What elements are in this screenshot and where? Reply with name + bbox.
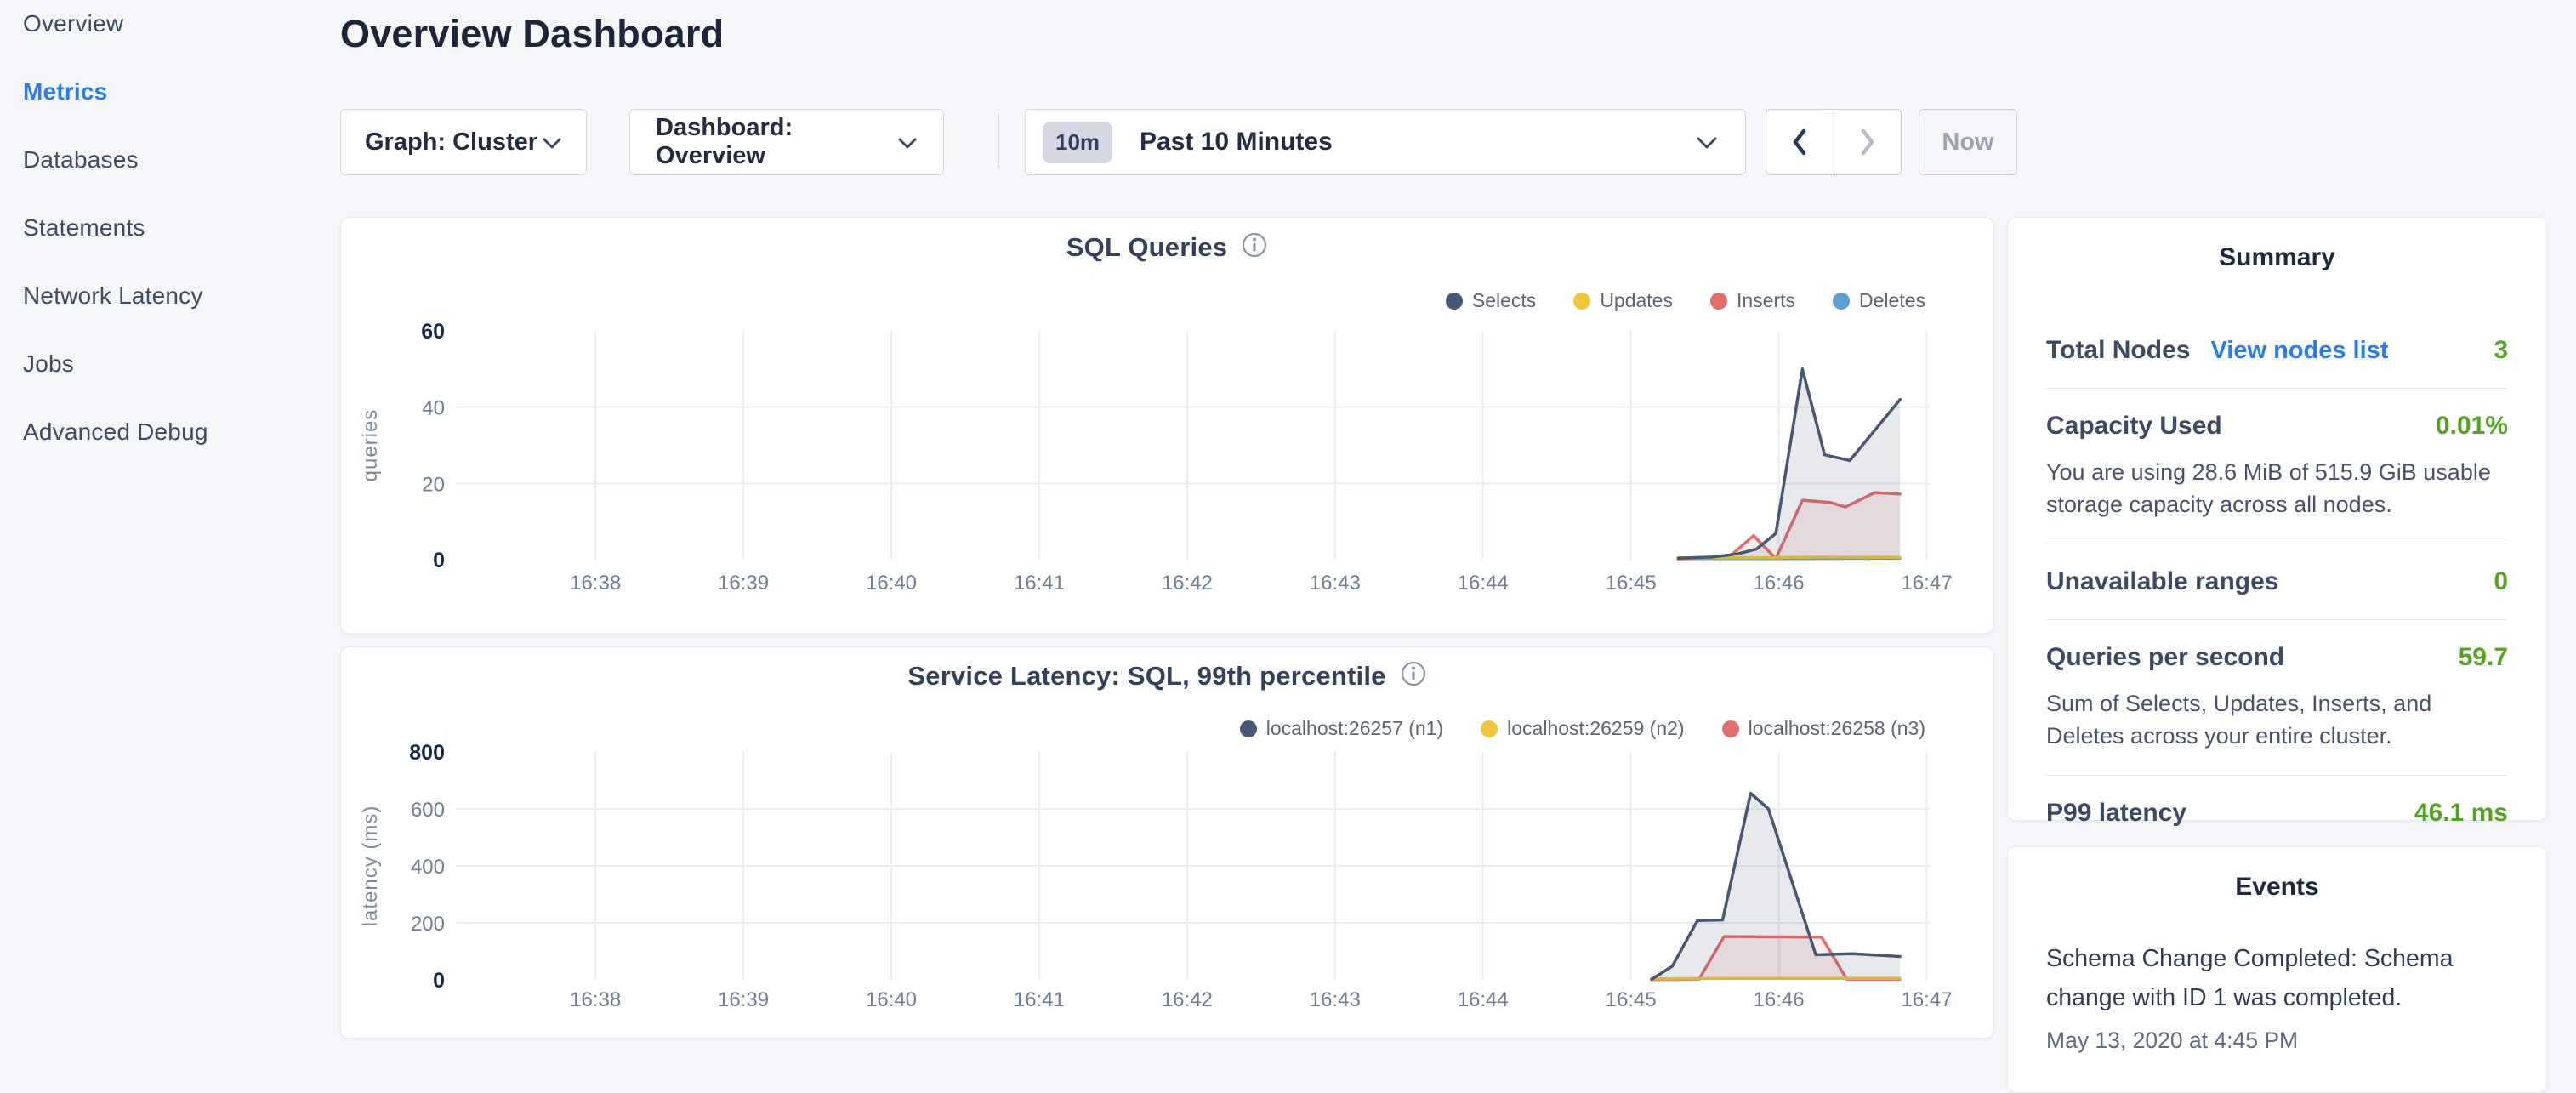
events-list: Schema Change Completed: Schema change w… bbox=[2046, 939, 2508, 1054]
summary-panel: Summary Total Nodes View nodes list 3 Capac… bbox=[2007, 217, 2547, 821]
next-time-button[interactable] bbox=[1834, 110, 1902, 174]
svg-text:16:45: 16:45 bbox=[1606, 572, 1657, 595]
sql-queries-chart[interactable]: 0 20 40 60 16:38 16:39 16:40 16:41 16:42 16:43 16:… bbox=[341, 218, 1993, 633]
time-window-badge: 10m bbox=[1043, 122, 1112, 163]
summary-row-label: Queries per second bbox=[2046, 643, 2284, 672]
svg-text:60: 60 bbox=[421, 320, 445, 344]
svg-text:0: 0 bbox=[433, 969, 445, 993]
view-nodes-list-link[interactable]: View nodes list bbox=[2210, 337, 2388, 365]
svg-text:16:45: 16:45 bbox=[1606, 988, 1657, 1011]
svg-text:queries: queries bbox=[359, 409, 382, 482]
summary-row-value: 59.7 bbox=[2459, 643, 2508, 672]
summary-row-value: 46.1 ms bbox=[2414, 799, 2508, 828]
event-message: Schema Change Completed: Schema change w… bbox=[2046, 939, 2508, 1017]
summary-row-value: 3 bbox=[2494, 336, 2508, 365]
svg-text:16:43: 16:43 bbox=[1310, 572, 1361, 595]
svg-text:16:40: 16:40 bbox=[866, 572, 917, 595]
svg-text:16:38: 16:38 bbox=[570, 572, 621, 595]
svg-text:16:43: 16:43 bbox=[1310, 988, 1361, 1011]
svg-text:16:38: 16:38 bbox=[570, 988, 621, 1011]
summary-row-queries-per-second: Queries per second 59.7 Sum of Selects, Up… bbox=[2046, 620, 2508, 776]
svg-text:16:46: 16:46 bbox=[1754, 988, 1805, 1011]
graph-scope-dropdown[interactable]: Graph: Cluster bbox=[340, 109, 587, 175]
chevron-right-icon bbox=[1859, 128, 1876, 157]
summary-row-unavailable-ranges: Unavailable ranges 0 bbox=[2046, 544, 2508, 620]
service-latency-chart[interactable]: 0 200 400 600 800 16:38 16:39 16:40 16:41 16:42 16… bbox=[341, 647, 1993, 1038]
graph-scope-dropdown-label: Graph: Cluster bbox=[365, 128, 537, 157]
summary-panel-title: Summary bbox=[2008, 243, 2546, 272]
sidebar-item-databases[interactable]: Databases bbox=[23, 146, 329, 214]
sql-queries-chart-card: SQL QueriesSelectsUpdatesInsertsDeletes0… bbox=[340, 217, 1994, 634]
svg-text:16:41: 16:41 bbox=[1014, 572, 1065, 595]
chevron-down-icon bbox=[1696, 128, 1718, 157]
sidebar-item-metrics[interactable]: Metrics bbox=[23, 78, 329, 146]
dashboard-dropdown-label: Dashboard: Overview bbox=[656, 114, 897, 170]
now-button[interactable]: Now bbox=[1919, 109, 2017, 175]
svg-text:16:41: 16:41 bbox=[1014, 988, 1065, 1011]
summary-row-label: Total Nodes bbox=[2046, 336, 2190, 365]
svg-text:16:46: 16:46 bbox=[1754, 572, 1805, 595]
svg-text:200: 200 bbox=[411, 913, 445, 936]
time-step-buttons bbox=[1766, 109, 1902, 175]
svg-text:16:40: 16:40 bbox=[866, 988, 917, 1011]
prev-time-button[interactable] bbox=[1766, 110, 1834, 174]
events-panel: Events Schema Change Completed: Schema c… bbox=[2007, 846, 2547, 1093]
sidebar-item-jobs[interactable]: Jobs bbox=[23, 350, 329, 418]
dashboard-dropdown[interactable]: Dashboard: Overview bbox=[629, 109, 944, 175]
toolbar-divider bbox=[998, 114, 999, 168]
sidebar-item-statements[interactable]: Statements bbox=[23, 214, 329, 282]
summary-row-value: 0 bbox=[2494, 567, 2508, 596]
time-window-label: Past 10 Minutes bbox=[1140, 128, 1333, 157]
summary-row-label: Unavailable ranges bbox=[2046, 567, 2278, 596]
summary-row-capacity-used: Capacity Used 0.01% You are using 28.6 MiB… bbox=[2046, 389, 2508, 544]
summary-row-label: P99 latency bbox=[2046, 799, 2186, 828]
summary-row-description: Sum of Selects, Updates, Inserts, and De… bbox=[2046, 687, 2508, 752]
svg-text:latency (ms): latency (ms) bbox=[359, 806, 382, 927]
events-panel-title: Events bbox=[2008, 873, 2546, 902]
chevron-left-icon bbox=[1791, 128, 1808, 157]
summary-row-description: You are using 28.6 MiB of 515.9 GiB usab… bbox=[2046, 456, 2508, 521]
toolbar: Graph: Cluster Dashboard: Overview 10m P… bbox=[340, 109, 2020, 175]
summary-row-total-nodes: Total Nodes View nodes list 3 bbox=[2046, 313, 2508, 389]
svg-text:16:42: 16:42 bbox=[1162, 988, 1213, 1011]
svg-text:16:39: 16:39 bbox=[718, 988, 769, 1011]
event-timestamp: May 13, 2020 at 4:45 PM bbox=[2046, 1028, 2508, 1054]
svg-text:0: 0 bbox=[433, 549, 445, 572]
svg-text:400: 400 bbox=[411, 856, 445, 879]
sidebar-item-advanced-debug[interactable]: Advanced Debug bbox=[23, 418, 329, 487]
svg-text:20: 20 bbox=[422, 473, 445, 496]
sidebar-item-overview[interactable]: Overview bbox=[23, 10, 329, 78]
svg-text:16:44: 16:44 bbox=[1458, 572, 1509, 595]
event-item[interactable]: Schema Change Completed: Schema change w… bbox=[2046, 939, 2508, 1054]
svg-text:16:47: 16:47 bbox=[1901, 572, 1952, 595]
svg-text:16:47: 16:47 bbox=[1901, 988, 1952, 1011]
page-title: Overview Dashboard bbox=[340, 12, 724, 56]
svg-text:800: 800 bbox=[409, 741, 445, 765]
svg-text:40: 40 bbox=[422, 397, 445, 420]
service-latency-chart-card: Service Latency: SQL, 99th percentileloc… bbox=[340, 646, 1994, 1039]
svg-text:16:42: 16:42 bbox=[1162, 572, 1213, 595]
sidebar-nav: OverviewMetricsDatabasesStatementsNetwor… bbox=[23, 10, 329, 487]
chevron-down-icon bbox=[542, 128, 562, 157]
sidebar-item-network-latency[interactable]: Network Latency bbox=[23, 282, 329, 350]
summary-rows: Total Nodes View nodes list 3 Capacity Used… bbox=[2046, 313, 2508, 851]
summary-row-p99-latency: P99 latency 46.1 ms bbox=[2046, 776, 2508, 851]
time-range-dropdown[interactable]: 10m Past 10 Minutes bbox=[1025, 109, 1746, 175]
chevron-down-icon bbox=[897, 128, 918, 157]
svg-text:16:39: 16:39 bbox=[718, 572, 769, 595]
summary-row-value: 0.01% bbox=[2436, 412, 2508, 441]
svg-text:16:44: 16:44 bbox=[1458, 988, 1509, 1011]
svg-text:600: 600 bbox=[411, 799, 445, 822]
summary-row-label: Capacity Used bbox=[2046, 412, 2222, 441]
